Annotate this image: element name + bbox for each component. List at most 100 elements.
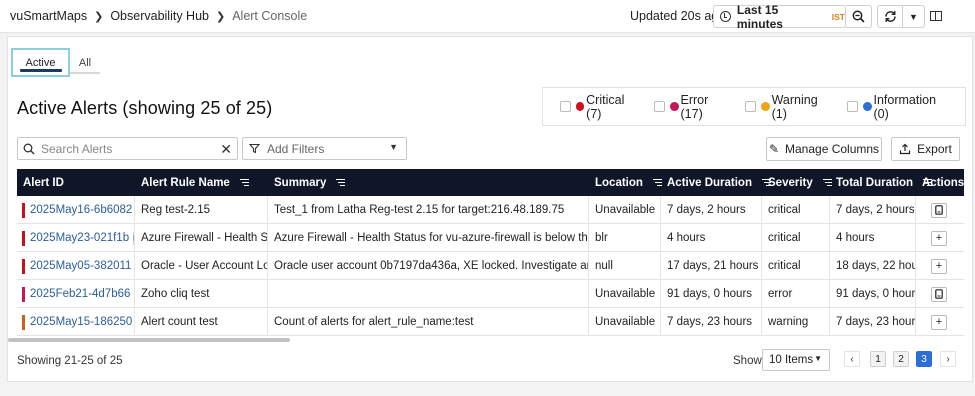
top-bar: vuSmartMaps ❯ Observability Hub ❯ Alert …	[0, 0, 975, 33]
search-icon	[23, 143, 35, 154]
severity-dot-icon	[761, 102, 770, 111]
column-header[interactable]: Total Duration	[836, 169, 933, 196]
alert-rule-name: Alert count test	[141, 316, 218, 328]
alert-location: null	[595, 260, 613, 272]
severity-filter[interactable]: Warning (1)	[745, 93, 833, 121]
page-button[interactable]: 3	[916, 351, 932, 367]
page-size-select[interactable]: 10 Items ▼	[762, 349, 830, 371]
refresh-options-dropdown[interactable]: ▼	[903, 5, 925, 28]
alert-location: blr	[595, 232, 608, 244]
table-cell: 18 days, 22 hours	[830, 252, 916, 280]
severity-filter-label: Error (17)	[680, 92, 709, 121]
prev-page-button[interactable]: ‹	[844, 351, 860, 367]
manage-columns-button[interactable]: ✎ Manage Columns	[766, 137, 882, 161]
table-row[interactable]: 2025May05-382011R Oracle - User Account L…	[17, 252, 964, 280]
page-title: Active Alerts (showing 25 of 25)	[17, 98, 273, 118]
clear-icon[interactable]: ✕	[220, 141, 232, 158]
horizontal-scrollbar[interactable]	[8, 338, 290, 342]
next-page-button[interactable]: ›	[940, 351, 956, 367]
severity-filter[interactable]: Information (0)	[847, 93, 951, 121]
table-cell: 7 days, 2 hours	[661, 196, 762, 224]
severity-filter-label: Critical (7)	[586, 92, 625, 121]
table-cell: 4 hours	[661, 224, 762, 252]
column-header[interactable]: Location	[595, 169, 662, 196]
alert-id-link[interactable]: 2025May23-021f1b	[30, 232, 129, 244]
column-header-label: Active Duration	[667, 176, 752, 189]
page-button[interactable]: 2	[893, 351, 909, 367]
pagination-summary: Showing 21-25 of 25	[17, 355, 123, 367]
add-action-button[interactable]: +	[931, 258, 947, 274]
checkbox[interactable]	[745, 101, 756, 112]
column-header[interactable]: Summary	[274, 169, 346, 196]
add-action-button[interactable]: +	[931, 230, 947, 246]
tab-active-label: Active	[25, 56, 56, 69]
alert-id-link[interactable]: 2025May15-186250	[30, 316, 132, 328]
column-header[interactable]: Severity	[768, 169, 832, 196]
table-cell: Unavailable	[589, 196, 661, 224]
table-cell: Reg test-2.15	[135, 196, 268, 224]
alert-id-link[interactable]: 2025May05-382011	[30, 260, 131, 272]
tab-active[interactable]: Active	[11, 48, 70, 77]
active-duration: 91 days, 0 hours	[667, 288, 753, 300]
checkbox[interactable]	[560, 101, 571, 112]
sort-icon[interactable]	[652, 178, 662, 187]
breadcrumb-root[interactable]: vuSmartMaps	[10, 9, 87, 23]
table-cell: Zoho cliq test	[135, 280, 268, 308]
table-cell: Unavailable	[589, 280, 661, 308]
severity-filter[interactable]: Critical (7)	[560, 93, 640, 121]
alert-id-link[interactable]: 2025May16-6b6082	[30, 204, 132, 216]
sort-icon[interactable]	[336, 178, 346, 187]
table-cell: 2025May16-6b6082R	[17, 196, 135, 224]
device-action-button[interactable]	[931, 286, 947, 302]
alert-summary: Azure Firewall - Health Status for vu-az…	[274, 232, 588, 244]
column-header-label: Location	[595, 176, 643, 189]
add-filters-dropdown[interactable]: Add Filters ▼	[242, 137, 407, 160]
alert-console-card: Active All Active Alerts (showing 25 of …	[7, 36, 973, 382]
total-duration: 4 hours	[836, 232, 875, 244]
export-icon	[900, 143, 911, 155]
docs-button[interactable]	[928, 8, 944, 24]
export-button[interactable]: Export	[891, 137, 960, 161]
table-cell: 4 hours	[830, 224, 916, 252]
zoom-out-button[interactable]	[846, 5, 872, 28]
table-row[interactable]: 2025May15-186250R Alert count test Count o…	[17, 308, 964, 336]
severity-filter[interactable]: Error (17)	[654, 93, 731, 121]
column-header[interactable]: Active Duration	[667, 169, 771, 196]
clock-icon	[720, 11, 731, 22]
alert-id-link[interactable]: 2025Feb21-4d7b66	[30, 288, 130, 300]
column-header[interactable]: Alert Rule Name	[141, 169, 249, 196]
severity-filter-group: Critical (7) Error (17) Warning (1) Informa…	[542, 87, 966, 126]
breadcrumb-section[interactable]: Observability Hub	[110, 9, 209, 23]
table-row[interactable]: 2025Feb21-4d7b66R Zoho cliq test Unavailab…	[17, 280, 964, 308]
table-row[interactable]: 2025May23-021f1bR Azure Firewall - Health…	[17, 224, 964, 252]
chevron-right-icon: ›	[946, 353, 950, 365]
search-input[interactable]: Search Alerts ✕	[17, 137, 238, 160]
alert-rule-name: Zoho cliq test	[141, 288, 210, 300]
sort-icon[interactable]	[239, 178, 249, 187]
checkbox[interactable]	[847, 101, 858, 112]
time-range-label: Last 15 minutes	[736, 2, 783, 31]
tab-all[interactable]: All	[70, 48, 100, 77]
zoom-out-icon	[852, 10, 865, 23]
checkbox[interactable]	[654, 101, 665, 112]
column-header-label: Actions	[922, 176, 964, 189]
column-header[interactable]: Actions	[922, 169, 964, 196]
table-cell: error	[762, 280, 830, 308]
page-button[interactable]: 1	[870, 351, 886, 367]
table-cell: 2025May23-021f1bR	[17, 224, 135, 252]
export-label: Export	[917, 142, 952, 156]
time-range-button[interactable]: Last 15 minutes IST	[713, 2, 846, 31]
table-cell: Unavailable	[589, 308, 661, 336]
table-row[interactable]: 2025May16-6b6082R Reg test-2.15 Test_1 fro…	[17, 196, 964, 224]
pencil-icon: ✎	[768, 142, 779, 156]
column-header[interactable]: Alert ID	[23, 169, 64, 196]
active-duration: 7 days, 2 hours	[667, 204, 746, 216]
severity-bar	[22, 259, 25, 274]
sort-icon[interactable]	[822, 178, 832, 187]
refresh-button[interactable]	[877, 5, 903, 28]
add-action-button[interactable]: +	[931, 314, 947, 330]
plus-icon: +	[935, 232, 943, 244]
device-action-button[interactable]	[931, 202, 947, 218]
tab-all-underline	[70, 72, 100, 74]
chevron-down-icon: ▼	[909, 11, 918, 22]
